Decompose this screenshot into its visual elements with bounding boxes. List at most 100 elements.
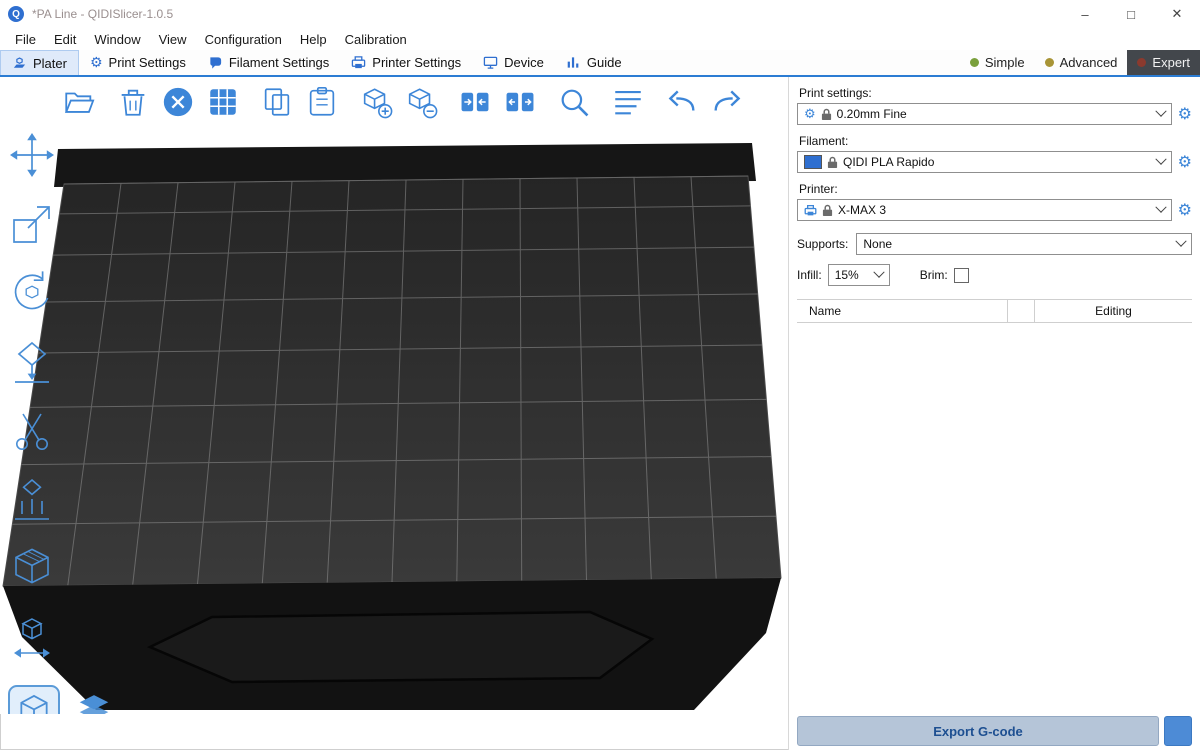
tab-printer-settings-label: Printer Settings [372, 55, 461, 70]
menu-calibration[interactable]: Calibration [336, 32, 416, 47]
print-settings-gear-button[interactable]: ⚙ [1178, 106, 1192, 122]
viewport-3d[interactable] [0, 77, 788, 714]
variable-layer-height-icon[interactable] [611, 85, 645, 119]
printer-icon [804, 204, 817, 217]
editor-view-toggle[interactable] [8, 685, 60, 714]
tab-bar: Plater ⚙ Print Settings Filament Setting… [0, 50, 1200, 77]
filament-value: QIDI PLA Rapido [843, 155, 934, 169]
printer-select[interactable]: X-MAX 3 [797, 199, 1172, 221]
supports-label: Supports: [797, 237, 848, 251]
mode-switcher: Simple Advanced Expert [960, 50, 1200, 75]
printer-row: X-MAX 3 ⚙ [797, 199, 1192, 221]
arrange-icon[interactable] [206, 85, 240, 119]
open-icon[interactable] [62, 85, 96, 119]
menu-view[interactable]: View [150, 32, 196, 47]
expert-mode-bullet-icon [1137, 58, 1146, 67]
print-bed-3d[interactable] [0, 77, 788, 714]
preview-view-toggle[interactable] [68, 685, 120, 714]
filament-color-swatch [804, 155, 822, 169]
infill-select[interactable]: 15% [828, 264, 890, 286]
mode-expert-label: Expert [1152, 55, 1190, 70]
lock-icon [821, 108, 832, 121]
color-paint-icon[interactable] [8, 545, 56, 593]
infill-value: 15% [835, 268, 859, 282]
menu-edit[interactable]: Edit [45, 32, 85, 47]
filament-gear-button[interactable]: ⚙ [1178, 154, 1192, 170]
filament-label: Filament: [799, 134, 1192, 148]
brim-checkbox[interactable] [954, 268, 969, 283]
device-icon [483, 55, 498, 70]
copy-icon[interactable] [260, 85, 294, 119]
paint-support-icon[interactable] [8, 476, 56, 524]
supports-value: None [863, 237, 892, 251]
split-objects-icon[interactable] [458, 85, 492, 119]
print-settings-select[interactable]: ⚙ 0.20mm Fine [797, 103, 1172, 125]
redo-icon[interactable] [710, 85, 744, 119]
menu-file[interactable]: File [6, 32, 45, 47]
tab-print-settings[interactable]: ⚙ Print Settings [79, 50, 197, 75]
close-button[interactable]: ✕ [1154, 0, 1200, 28]
remove-instance-icon[interactable] [404, 85, 438, 119]
tab-plater[interactable]: Plater [0, 50, 79, 75]
cut-icon[interactable] [8, 407, 56, 455]
column-editing[interactable]: Editing [1035, 300, 1192, 322]
supports-select[interactable]: None [856, 233, 1192, 255]
chevron-down-icon [1155, 202, 1166, 213]
measure-icon[interactable] [8, 614, 56, 662]
print-settings-tab-icon: ⚙ [90, 56, 103, 70]
menu-bar: File Edit Window View Configuration Help… [0, 28, 1200, 50]
mode-advanced-label: Advanced [1060, 55, 1118, 70]
app-icon: Q [8, 6, 24, 22]
mode-simple[interactable]: Simple [960, 50, 1035, 75]
export-gcode-button[interactable]: Export G-code [797, 716, 1159, 746]
maximize-button[interactable]: □ [1108, 0, 1154, 28]
column-extruder[interactable] [1008, 300, 1035, 322]
chevron-down-icon [873, 267, 884, 278]
undo-icon[interactable] [665, 85, 699, 119]
settings-sidebar: Print settings: ⚙ 0.20mm Fine ⚙ Filament… [788, 77, 1200, 750]
chevron-down-icon [1155, 154, 1166, 165]
main-toolbar [62, 85, 755, 119]
search-icon[interactable] [557, 85, 591, 119]
menu-configuration[interactable]: Configuration [196, 32, 291, 47]
delete-all-icon[interactable] [161, 85, 195, 119]
printer-label: Printer: [799, 182, 1192, 196]
advanced-mode-bullet-icon [1045, 58, 1054, 67]
rotate-icon[interactable] [8, 269, 56, 317]
column-name[interactable]: Name [797, 300, 1008, 322]
scale-icon[interactable] [8, 200, 56, 248]
tab-guide[interactable]: Guide [555, 50, 633, 75]
plater-icon [12, 56, 27, 71]
filament-icon [208, 55, 223, 70]
minimize-button[interactable]: – [1062, 0, 1108, 28]
printer-base-handle [150, 612, 652, 682]
preview-layers-icon [75, 692, 113, 714]
mode-expert[interactable]: Expert [1127, 50, 1200, 75]
mode-simple-label: Simple [985, 55, 1025, 70]
print-bed-surface[interactable] [3, 176, 781, 586]
tab-device[interactable]: Device [472, 50, 555, 75]
delete-icon[interactable] [116, 85, 150, 119]
move-icon[interactable] [8, 131, 56, 179]
tab-guide-label: Guide [587, 55, 622, 70]
add-instance-icon[interactable] [359, 85, 393, 119]
object-list-body[interactable] [797, 323, 1192, 712]
split-parts-icon[interactable] [503, 85, 537, 119]
paste-icon[interactable] [305, 85, 339, 119]
window-controls: – □ ✕ [1062, 0, 1200, 28]
mode-advanced[interactable]: Advanced [1035, 50, 1128, 75]
printer-icon [351, 55, 366, 70]
object-list: Name Editing [797, 299, 1192, 712]
menu-help[interactable]: Help [291, 32, 336, 47]
chevron-down-icon [1175, 236, 1186, 247]
export-options-button[interactable] [1164, 716, 1192, 746]
filament-select[interactable]: QIDI PLA Rapido [797, 151, 1172, 173]
tab-filament-settings[interactable]: Filament Settings [197, 50, 340, 75]
place-on-face-icon[interactable] [8, 338, 56, 386]
editor-3d-icon [15, 692, 53, 714]
tab-printer-settings[interactable]: Printer Settings [340, 50, 472, 75]
printer-gear-button[interactable]: ⚙ [1178, 202, 1192, 218]
menu-window[interactable]: Window [85, 32, 149, 47]
app-window: Q *PA Line - QIDISlicer-1.0.5 – □ ✕ File… [0, 0, 1200, 750]
window-title: *PA Line - QIDISlicer-1.0.5 [32, 7, 173, 21]
